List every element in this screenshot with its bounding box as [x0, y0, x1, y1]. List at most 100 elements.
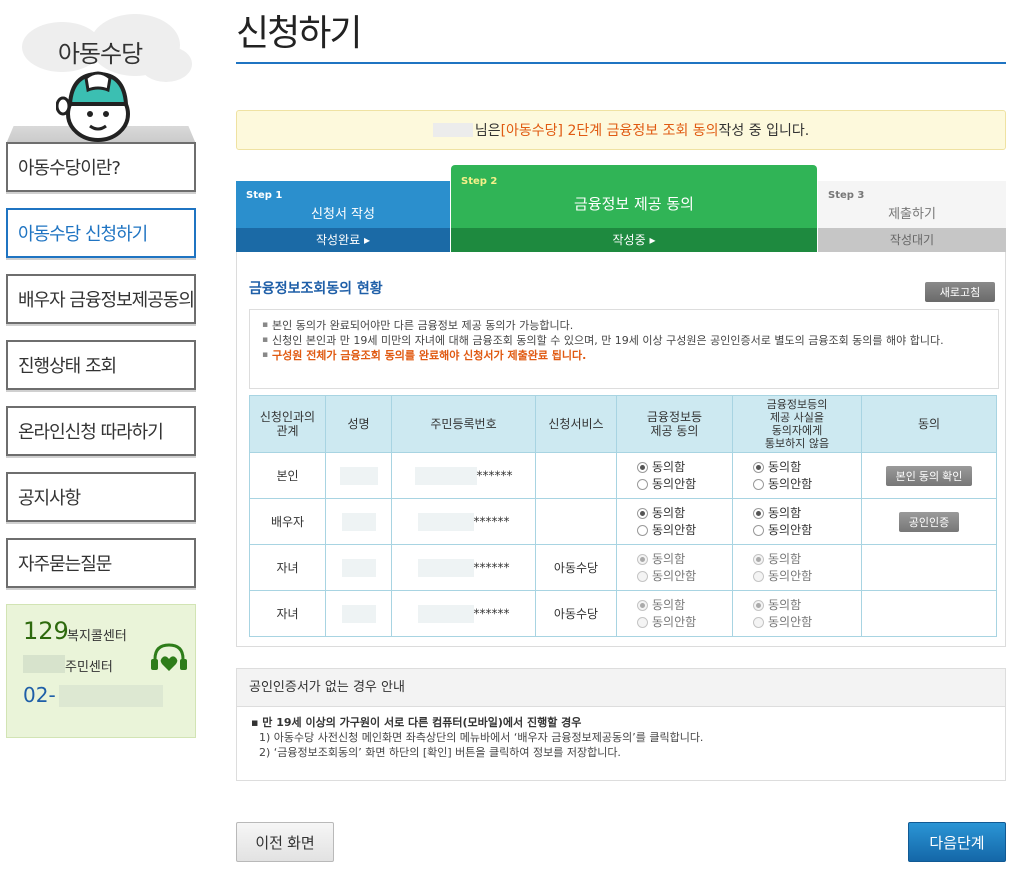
agree-radio[interactable]: 동의함 [637, 505, 732, 522]
service-cell: 아동수당 [535, 590, 617, 637]
rrn-mask: ****** [473, 606, 510, 620]
consent-cell: 동의함 동의안함 [616, 452, 733, 499]
step-number: Step 1 [246, 190, 283, 201]
radio-on-icon [753, 461, 764, 473]
service-cell [535, 498, 617, 545]
disagree-radio[interactable]: 동의안함 [637, 476, 732, 493]
redacted-rrn [417, 558, 474, 577]
cert-guide-step: 2) ‘금융정보조회동의’ 화면 하단의 [확인] 버튼을 클릭하여 정보를 저… [259, 746, 621, 759]
consent-table: 신청인과의 관계 성명 주민등록번호 신청서비스 금융정보등 제공 동의 금융정… [249, 395, 997, 637]
radio-label: 동의안함 [652, 568, 697, 583]
disagree-radio[interactable]: 동의안함 [753, 476, 861, 493]
disagree-radio[interactable]: 동의안함 [637, 614, 732, 631]
agree-radio[interactable]: 동의함 [753, 597, 861, 614]
disagree-radio[interactable]: 동의안함 [753, 568, 861, 585]
agree-radio[interactable]: 동의함 [753, 505, 861, 522]
step-number: Step 2 [461, 176, 498, 187]
guide-text: 본인 동의가 완료되어야만 다른 금융정보 제공 동의가 가능합니다. [262, 318, 988, 333]
menu-item-about[interactable]: 아동수당이란? [6, 142, 196, 192]
radio-on-icon [637, 461, 648, 473]
self-consent-confirm-button[interactable]: 본인 동의 확인 [885, 465, 973, 486]
relation-cell: 배우자 [249, 498, 326, 545]
redacted-name [341, 558, 376, 577]
action-cell: 본인 동의 확인 [861, 452, 997, 499]
title-divider [236, 62, 1006, 64]
action-cell [861, 544, 997, 591]
cert-guide-lead: ▪ 만 19세 이상의 가구원이 서로 다른 컴퓨터(모바일)에서 진행할 경우 [251, 716, 582, 729]
relation-cell: 자녀 [249, 590, 326, 637]
agree-radio[interactable]: 동의함 [753, 551, 861, 568]
redacted-rrn [414, 466, 477, 485]
next-step-button[interactable]: 다음단계 [908, 822, 1006, 862]
radio-off-icon [637, 524, 648, 536]
callcenter-number: 129 [23, 617, 69, 645]
disagree-radio[interactable]: 동의안함 [637, 568, 732, 585]
agree-radio[interactable]: 동의함 [753, 459, 861, 476]
notice-prefix: 님은 [474, 123, 501, 139]
radio-label: 동의함 [652, 505, 686, 520]
redacted-name [341, 604, 376, 623]
radio-label: 동의안함 [768, 568, 813, 583]
rrn-mask: ****** [473, 560, 510, 574]
column-header: 금융정보등의 제공 사실을 동의자에게 통보하지 않음 [732, 395, 862, 453]
child-mascot-icon [56, 71, 130, 142]
column-header: 동의 [861, 395, 997, 453]
table-header-row: 신청인과의 관계 성명 주민등록번호 신청서비스 금융정보등 제공 동의 금융정… [249, 395, 997, 453]
guide-warning: 구성원 전체가 금융조회 동의를 완료해야 신청서가 제출완료 됩니다. [262, 348, 988, 363]
rrn-cell: ****** [391, 544, 536, 591]
disagree-radio[interactable]: 동의안함 [637, 522, 732, 539]
agree-radio[interactable]: 동의함 [637, 597, 732, 614]
menu-item-faq[interactable]: 자주묻는질문 [6, 538, 196, 588]
previous-button[interactable]: 이전 화면 [236, 822, 334, 862]
radio-label: 동의함 [652, 597, 686, 612]
redacted-rrn [417, 604, 474, 623]
agree-radio[interactable]: 동의함 [637, 551, 732, 568]
callcenter-label: 복지콜센터 [67, 629, 127, 644]
step-number: Step 3 [828, 190, 865, 201]
column-header: 신청서비스 [535, 395, 617, 453]
rrn-mask: ****** [476, 468, 513, 482]
brand-logo[interactable]: 아동수당 [0, 0, 200, 145]
no-notify-cell: 동의함 동의안함 [732, 498, 862, 545]
headset-heart-icon [151, 643, 187, 671]
table-row: 본인 ****** 동의함 동의안함 동의함 동의안함 본인 동의 확인 [249, 452, 997, 499]
name-cell [325, 498, 392, 545]
radio-label: 동의안함 [652, 476, 697, 491]
notice-suffix: 작성 중 입니다. [718, 123, 810, 139]
step-label: 금융정보 제공 동의 [574, 195, 694, 213]
radio-on-icon [753, 507, 764, 519]
radio-off-icon [753, 524, 764, 536]
menu-item-apply[interactable]: 아동수당 신청하기 [6, 208, 196, 258]
consent-cell: 동의함 동의안함 [616, 544, 733, 591]
radio-label: 동의안함 [768, 614, 813, 629]
radio-on-icon [753, 553, 764, 565]
menu-item-status[interactable]: 진행상태 조회 [6, 340, 196, 390]
no-notify-cell: 동의함 동의안함 [732, 590, 862, 637]
agree-radio[interactable]: 동의함 [637, 459, 732, 476]
radio-off-icon [753, 570, 764, 582]
sidebar: 아동수당 아동수당이란? 아동수당 신청하기 배우자 금융정보제공동의 진행상태… [0, 0, 200, 876]
step-status: 작성완료 ▸ [236, 228, 450, 252]
menu-item-guide[interactable]: 온라인신청 따라하기 [6, 406, 196, 456]
service-cell: 아동수당 [535, 544, 617, 591]
name-cell [325, 544, 392, 591]
consent-cell: 동의함 동의안함 [616, 498, 733, 545]
disagree-radio[interactable]: 동의안함 [753, 614, 861, 631]
menu-item-notice[interactable]: 공지사항 [6, 472, 196, 522]
radio-off-icon [753, 478, 764, 490]
disagree-radio[interactable]: 동의안함 [753, 522, 861, 539]
guide-text: 신청인 본인과 만 19세 미만의 자녀에 대해 금융조회 동의할 수 있으며,… [262, 333, 988, 348]
certificate-auth-button[interactable]: 공인인증 [898, 511, 960, 532]
step-1: Step 1 신청서 작성 작성완료 ▸ [236, 181, 450, 252]
radio-off-icon [753, 616, 764, 628]
consent-status-panel: 금융정보조회동의 현황 새로고침 본인 동의가 완료되어야만 다른 금융정보 제… [236, 252, 1006, 647]
menu-item-spouse-consent[interactable]: 배우자 금융정보제공동의 [6, 274, 196, 324]
radio-on-icon [637, 599, 648, 611]
refresh-button[interactable]: 새로고침 [925, 282, 995, 302]
radio-label: 동의함 [768, 597, 802, 612]
radio-on-icon [637, 553, 648, 565]
step-label: 신청서 작성 [311, 207, 375, 222]
column-header: 성명 [325, 395, 392, 453]
relation-cell: 자녀 [249, 544, 326, 591]
column-header: 금융정보등 제공 동의 [616, 395, 733, 453]
